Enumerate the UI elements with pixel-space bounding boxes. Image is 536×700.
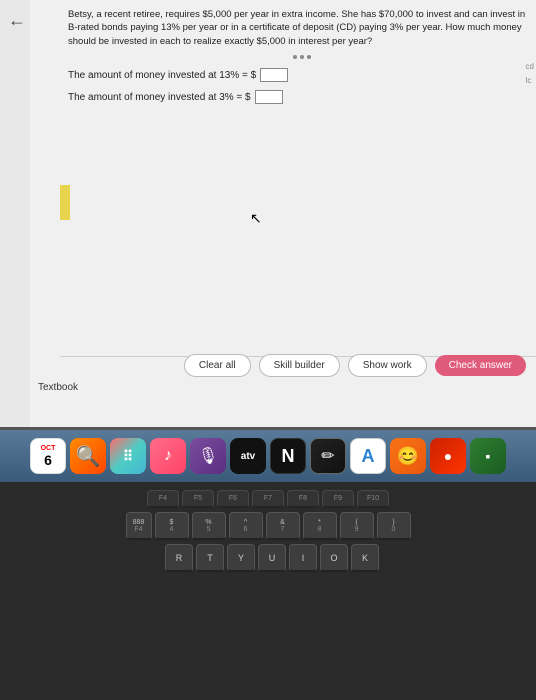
menu-dot <box>300 55 304 59</box>
key-f10[interactable]: F10 <box>357 490 389 508</box>
clear-all-button[interactable]: Clear all <box>184 354 251 377</box>
dock-n-icon[interactable]: N <box>270 438 306 474</box>
key-f9[interactable]: F9 <box>322 490 354 508</box>
back-arrow-icon[interactable]: ← <box>8 10 26 31</box>
input2-label: The amount of money invested at 3% = $ <box>68 92 251 103</box>
dock-pencil-icon[interactable]: ✏ <box>310 438 346 474</box>
sticky-note <box>60 185 70 220</box>
qwerty-key-row: R T Y U I O K <box>8 542 536 574</box>
right-label-lc: lc <box>526 74 534 88</box>
key-f5[interactable]: F5 <box>182 490 214 508</box>
menu-dot <box>307 55 311 59</box>
key-u[interactable]: U <box>258 544 286 572</box>
skill-builder-button[interactable]: Skill builder <box>259 354 340 377</box>
dock-appletv-icon[interactable]: atv <box>230 438 266 474</box>
function-key-row: F4 F5 F6 F7 F8 F9 F10 <box>0 488 536 510</box>
key-o[interactable]: O <box>320 544 348 572</box>
number-key-row: 888 F4 $ 4 % 5 ^ 6 & 7 * 8 ( 9 ) 0 <box>0 510 536 542</box>
dock-finder-icon[interactable]: 🔍 <box>70 438 106 474</box>
menu-bar <box>68 55 536 59</box>
key-i[interactable]: I <box>289 544 317 572</box>
right-label-cd: cd <box>526 60 534 74</box>
dock-red-icon[interactable]: ● <box>430 438 466 474</box>
menu-dots <box>293 55 311 59</box>
menu-dot <box>293 55 297 59</box>
key-f8[interactable]: F8 <box>287 490 319 508</box>
content-area: Betsy, a recent retiree, requires $5,000… <box>30 0 536 427</box>
dock-green-icon[interactable]: ▪ <box>470 438 506 474</box>
key-rparen-0[interactable]: ) 0 <box>377 512 411 540</box>
key-t[interactable]: T <box>196 544 224 572</box>
dock-launchpad-icon[interactable]: ⠿ <box>110 438 146 474</box>
key-f6[interactable]: F6 <box>217 490 249 508</box>
input1-label: The amount of money invested at 13% = $ <box>68 70 256 81</box>
key-amp-7[interactable]: & 7 <box>266 512 300 540</box>
input-row-13: The amount of money invested at 13% = $ <box>68 68 526 82</box>
problem-text: Betsy, a recent retiree, requires $5,000… <box>68 8 526 48</box>
textbook-label: Textbook <box>38 382 78 393</box>
key-f4[interactable]: F4 <box>147 490 179 508</box>
inputs-area: The amount of money invested at 13% = $ … <box>68 68 526 112</box>
key-star-8[interactable]: * 8 <box>303 512 337 540</box>
key-r[interactable]: R <box>165 544 193 572</box>
dock-podcast-icon[interactable]: 🎙 <box>190 438 226 474</box>
dock: OCT 6 🔍 ⠿ ♪ 🎙 atv N ✏ A 😊 ● ▪ <box>0 430 536 482</box>
key-888[interactable]: 888 F4 <box>126 512 152 540</box>
input-13pct[interactable] <box>260 68 288 82</box>
key-y[interactable]: Y <box>227 544 255 572</box>
screen: ← Betsy, a recent retiree, requires $5,0… <box>0 0 536 430</box>
show-work-button[interactable]: Show work <box>348 354 427 377</box>
keyboard: F4 F5 F6 F7 F8 F9 F10 888 F4 $ 4 % 5 ^ 6… <box>0 482 536 700</box>
cursor-arrow-icon: ↖ <box>250 210 262 227</box>
key-k[interactable]: K <box>351 544 379 572</box>
dock-face-icon[interactable]: 😊 <box>390 438 426 474</box>
key-f7[interactable]: F7 <box>252 490 284 508</box>
input-row-3: The amount of money invested at 3% = $ <box>68 90 526 104</box>
key-lparen-9[interactable]: ( 9 <box>340 512 374 540</box>
buttons-area: Clear all Skill builder Show work Check … <box>60 354 536 377</box>
check-answer-button[interactable]: Check answer <box>435 355 526 376</box>
input-3pct[interactable] <box>255 90 283 104</box>
key-percent-5[interactable]: % 5 <box>192 512 226 540</box>
key-caret-6[interactable]: ^ 6 <box>229 512 263 540</box>
right-labels: cd lc <box>526 60 534 89</box>
dock-music-icon[interactable]: ♪ <box>150 438 186 474</box>
dock-a-icon[interactable]: A <box>350 438 386 474</box>
dock-calendar-icon[interactable]: OCT 6 <box>30 438 66 474</box>
key-dollar-4[interactable]: $ 4 <box>155 512 189 540</box>
